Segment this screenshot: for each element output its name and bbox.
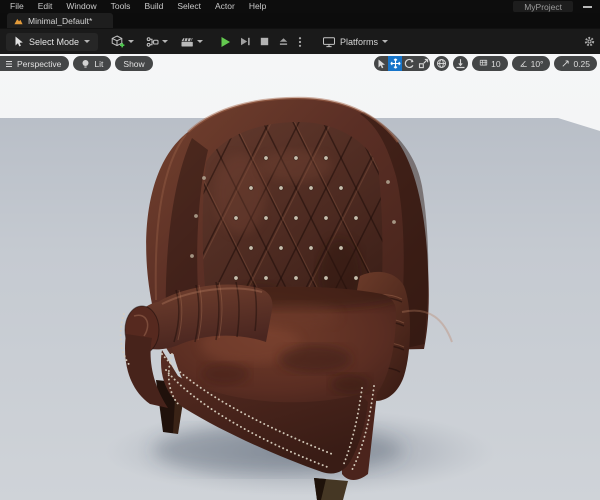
platforms-label: Platforms: [340, 36, 379, 47]
minimize-icon[interactable]: [583, 6, 592, 8]
skip-frame-icon[interactable]: [240, 36, 251, 47]
level-viewport[interactable]: Perspective Lit Show 10 10° 0.25: [0, 54, 600, 500]
surface-snapping-button[interactable]: [453, 56, 469, 71]
perspective-label: Perspective: [17, 58, 62, 69]
chevron-down-icon: [128, 40, 135, 43]
chevron-down-icon: [197, 40, 204, 43]
scale-icon: [418, 58, 428, 69]
rotation-snap-control[interactable]: 10°: [511, 56, 551, 71]
blueprints-icon: [146, 36, 159, 47]
eject-icon[interactable]: [278, 36, 289, 47]
main-toolbar: Select Mode Platforms: [0, 28, 600, 54]
menu-window[interactable]: Window: [59, 0, 103, 13]
scale-snap-value: 0.25: [573, 58, 590, 69]
grid-snap-icon: [479, 59, 488, 66]
viewport-toolbar-right: 10 10° 0.25: [374, 56, 597, 71]
add-actor-dropdown[interactable]: [111, 35, 135, 48]
move-tool-button[interactable]: [388, 56, 403, 71]
select-mode-dropdown[interactable]: Select Mode: [6, 32, 99, 51]
project-name-button[interactable]: MyProject: [513, 1, 573, 12]
add-cube-icon: [111, 35, 125, 48]
transform-tool-group: [374, 56, 431, 71]
menu-build[interactable]: Build: [137, 0, 170, 13]
lit-bulb-icon: [82, 59, 89, 68]
show-label: Show: [123, 58, 145, 69]
move-icon: [390, 58, 401, 69]
tab-bar: Minimal_Default*: [0, 13, 600, 28]
level-mountain-icon: [14, 18, 23, 24]
menu-bar: File Edit Window Tools Build Select Acto…: [0, 0, 600, 13]
more-options-kebab-icon[interactable]: [298, 36, 302, 48]
tab-minimal-default[interactable]: Minimal_Default*: [7, 13, 113, 28]
globe-icon: [437, 59, 447, 68]
menu-file[interactable]: File: [3, 0, 31, 13]
scene-canvas: [105, 96, 495, 500]
lit-label: Lit: [94, 58, 104, 69]
show-dropdown[interactable]: Show: [115, 56, 153, 71]
grid-snap-value: 10: [491, 58, 501, 69]
lit-dropdown[interactable]: Lit: [73, 56, 112, 71]
menu-help[interactable]: Help: [242, 0, 273, 13]
play-controls: [220, 36, 302, 48]
rotation-snap-icon: [519, 60, 527, 67]
tab-label: Minimal_Default*: [28, 15, 93, 26]
chevron-down-icon: [382, 40, 389, 43]
scale-tool-button[interactable]: [416, 56, 430, 71]
viewport-toolbar-left: Perspective Lit Show: [0, 56, 153, 71]
rotate-icon: [404, 58, 414, 69]
coordinate-system-button[interactable]: [434, 56, 450, 71]
select-tool-button[interactable]: [374, 56, 388, 71]
chevron-down-icon: [84, 40, 91, 43]
chevron-down-icon: [162, 40, 169, 43]
menu-edit[interactable]: Edit: [31, 0, 60, 13]
scale-snap-control[interactable]: 0.25: [554, 56, 597, 71]
perspective-dropdown[interactable]: Perspective: [0, 56, 70, 71]
rotation-snap-value: 10°: [530, 58, 544, 69]
platforms-dropdown[interactable]: Platforms: [322, 36, 389, 48]
play-icon[interactable]: [220, 36, 231, 48]
actor-tool-group: [111, 35, 204, 48]
unreal-editor-window: File Edit Window Tools Build Select Acto…: [0, 0, 600, 500]
blueprints-dropdown[interactable]: [146, 36, 169, 48]
platforms-devices-icon: [323, 36, 336, 47]
select-arrow-icon: [378, 59, 385, 68]
surface-snap-icon: [456, 59, 465, 69]
rotate-tool-button[interactable]: [402, 56, 416, 71]
gear-icon: [584, 36, 595, 47]
cinematics-dropdown[interactable]: [180, 36, 204, 48]
scale-snap-icon: [562, 60, 570, 67]
menu-tools[interactable]: Tools: [104, 0, 138, 13]
clapperboard-icon: [181, 37, 193, 46]
project-name-label: MyProject: [524, 1, 562, 12]
grid-snap-control[interactable]: 10: [472, 56, 508, 71]
menu-actor[interactable]: Actor: [208, 0, 242, 13]
viewport-options-icon: [6, 60, 12, 67]
menu-select[interactable]: Select: [170, 0, 208, 13]
select-mode-label: Select Mode: [29, 36, 80, 47]
stop-icon[interactable]: [260, 37, 269, 46]
settings-button[interactable]: [583, 35, 596, 48]
cursor-icon: [15, 36, 23, 47]
